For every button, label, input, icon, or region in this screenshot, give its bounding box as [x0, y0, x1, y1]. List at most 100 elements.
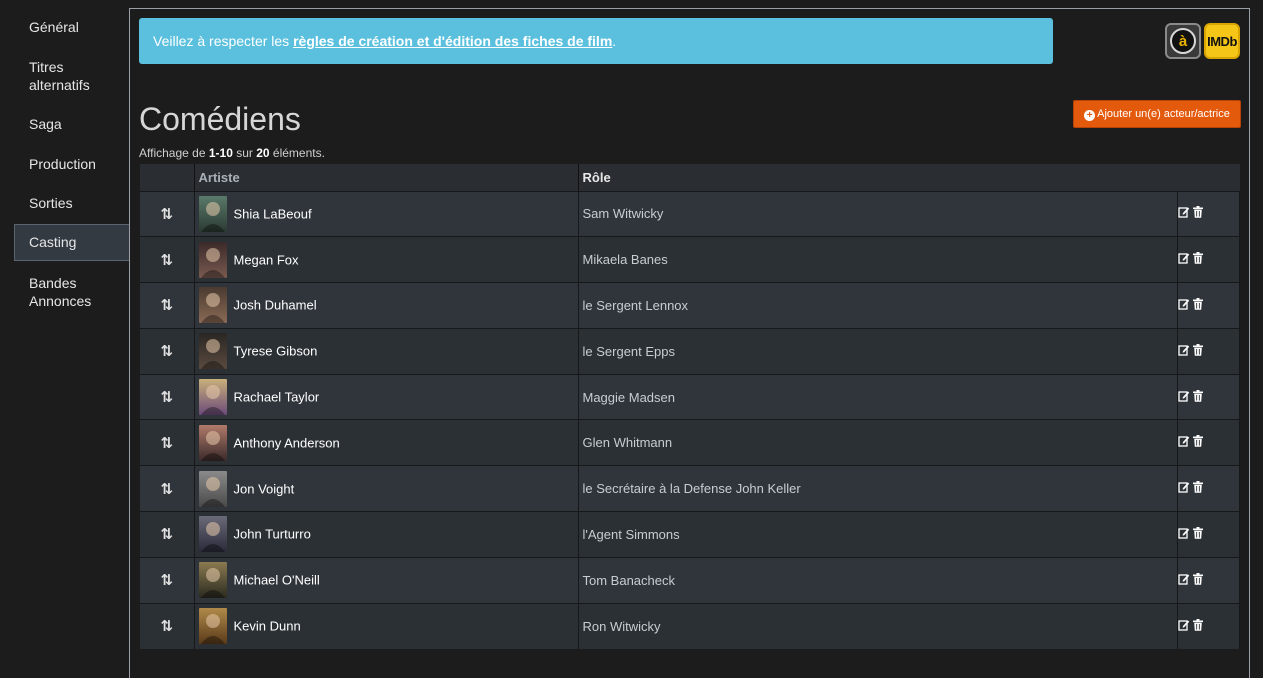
sidebar-item-production[interactable]: Production — [0, 155, 130, 173]
table-row: ⇅ Kevin Dunn Ron Witwicky — [140, 602, 1240, 649]
artist-name[interactable]: Megan Fox — [234, 252, 299, 267]
drag-handle-icon[interactable]: ⇅ — [140, 236, 195, 283]
role-cell: Mikaela Banes — [578, 236, 1178, 283]
artist-column-header[interactable]: Artiste — [194, 164, 579, 191]
trash-icon[interactable] — [1193, 389, 1203, 405]
trash-icon[interactable] — [1193, 481, 1203, 496]
drag-handle-icon[interactable]: ⇅ — [140, 282, 195, 329]
avatar — [198, 333, 227, 370]
edit-icon[interactable] — [1178, 344, 1190, 359]
role-cell: Glen Whitmann — [578, 419, 1178, 466]
sidebar-item-g-n-ral[interactable]: Général — [0, 18, 130, 36]
edit-icon[interactable] — [1178, 619, 1190, 634]
imdb-icon[interactable]: IMDb — [1204, 23, 1240, 59]
sidebar-item-titres-alternatifs[interactable]: Titres alternatifs — [0, 58, 130, 94]
role-cell: Sam Witwicky — [578, 190, 1178, 237]
role-cell: le Secrétaire à la Defense John Keller — [578, 465, 1178, 512]
artist-name[interactable]: Josh Duhamel — [234, 298, 317, 313]
drag-handle-icon[interactable]: ⇅ — [140, 419, 195, 466]
drag-column-header — [140, 164, 195, 191]
row-actions — [1177, 327, 1240, 375]
add-actor-label: Ajouter un(e) acteur/actrice — [1097, 108, 1230, 120]
artist-cell: Michael O'Neill — [194, 556, 579, 604]
main-panel: Veillez à respecter les règles de créati… — [129, 8, 1250, 678]
drag-handle-icon[interactable]: ⇅ — [140, 556, 195, 604]
artist-cell: Megan Fox — [194, 236, 579, 283]
row-actions — [1177, 282, 1240, 329]
add-actor-button[interactable]: + Ajouter un(e) acteur/actrice — [1073, 100, 1241, 128]
avatar — [198, 241, 227, 278]
trash-icon[interactable] — [1193, 297, 1203, 313]
row-actions — [1177, 190, 1240, 237]
sidebar-item-bandes-annonces[interactable]: Bandes Annonces — [0, 274, 130, 310]
info-alert: Veillez à respecter les règles de créati… — [139, 18, 1053, 64]
sidebar-item-saga[interactable]: Saga — [0, 115, 130, 133]
avatar — [198, 470, 227, 507]
edit-icon[interactable] — [1178, 390, 1190, 405]
alert-text-suffix: . — [612, 33, 617, 49]
row-actions — [1177, 556, 1240, 604]
artist-name[interactable]: Michael O'Neill — [234, 573, 320, 588]
row-actions — [1177, 465, 1240, 512]
drag-handle-icon[interactable]: ⇅ — [140, 511, 195, 558]
drag-handle-icon[interactable]: ⇅ — [140, 373, 195, 420]
allocine-glyph: à — [1170, 28, 1196, 54]
avatar — [198, 379, 227, 416]
drag-handle-icon[interactable]: ⇅ — [140, 190, 195, 237]
imdb-label: IMDb — [1207, 33, 1237, 49]
artist-cell: Shia LaBeouf — [194, 190, 579, 237]
table-row: ⇅ Anthony Anderson Glen Whitmann — [140, 419, 1240, 466]
trash-icon[interactable] — [1193, 572, 1203, 588]
role-cell: Maggie Madsen — [578, 373, 1178, 420]
edit-icon[interactable] — [1178, 206, 1190, 221]
role-cell: l'Agent Simmons — [578, 511, 1178, 558]
artist-cell: Rachael Taylor — [194, 373, 579, 420]
artist-cell: Jon Voight — [194, 465, 579, 512]
role-cell: Ron Witwicky — [578, 602, 1178, 649]
table-header-row: Artiste Rôle — [140, 164, 1240, 191]
trash-icon[interactable] — [1193, 206, 1203, 221]
table-row: ⇅ John Turturro l'Agent Simmons — [140, 511, 1240, 558]
trash-icon[interactable] — [1193, 343, 1203, 359]
artist-name[interactable]: Anthony Anderson — [234, 435, 340, 450]
rules-link[interactable]: règles de création et d'édition des fich… — [293, 33, 612, 49]
drag-handle-icon[interactable]: ⇅ — [140, 327, 195, 375]
trash-icon[interactable] — [1193, 435, 1203, 450]
edit-icon[interactable] — [1178, 481, 1190, 496]
edit-icon[interactable] — [1178, 252, 1190, 267]
artist-name[interactable]: Rachael Taylor — [234, 390, 320, 405]
edit-icon[interactable] — [1178, 435, 1190, 450]
trash-icon[interactable] — [1193, 618, 1203, 634]
sidebar-item-casting[interactable]: Casting — [14, 224, 130, 261]
edit-icon[interactable] — [1178, 298, 1190, 313]
alert-text-prefix: Veillez à respecter les — [153, 33, 294, 49]
drag-handle-icon[interactable]: ⇅ — [140, 602, 195, 649]
row-actions — [1177, 236, 1240, 283]
summary-range: 1-10 — [208, 146, 233, 160]
role-cell: le Sergent Lennox — [578, 282, 1178, 329]
edit-icon[interactable] — [1178, 527, 1190, 542]
sidebar-item-sorties[interactable]: Sorties — [0, 194, 130, 212]
role-column-header[interactable]: Rôle — [578, 164, 1178, 191]
artist-cell: Anthony Anderson — [194, 419, 579, 466]
sidebar-nav: Général Titres alternatifs Saga Production S… — [0, 0, 130, 668]
trash-icon[interactable] — [1193, 252, 1203, 267]
row-actions — [1177, 511, 1240, 558]
artist-cell: Josh Duhamel — [194, 282, 579, 329]
casting-table: Artiste Rôle ⇅ Shia LaBeouf Sam Witwicky ⇅ M… — [140, 164, 1240, 649]
trash-icon[interactable] — [1193, 526, 1203, 542]
drag-handle-icon[interactable]: ⇅ — [140, 465, 195, 512]
artist-name[interactable]: John Turturro — [234, 527, 311, 542]
role-cell: le Sergent Epps — [578, 327, 1178, 375]
artist-cell: Kevin Dunn — [194, 602, 579, 649]
artist-name[interactable]: Kevin Dunn — [234, 619, 301, 634]
artist-name[interactable]: Tyrese Gibson — [234, 344, 318, 359]
avatar — [198, 287, 227, 324]
table-row: ⇅ Michael O'Neill Tom Banacheck — [140, 556, 1240, 604]
allocine-icon[interactable]: à — [1165, 23, 1201, 59]
artist-name[interactable]: Jon Voight — [234, 481, 295, 496]
artist-name[interactable]: Shia LaBeouf — [234, 206, 312, 221]
summary-total: 20 — [256, 146, 270, 160]
edit-icon[interactable] — [1178, 573, 1190, 588]
plus-circle-icon: + — [1084, 110, 1096, 121]
